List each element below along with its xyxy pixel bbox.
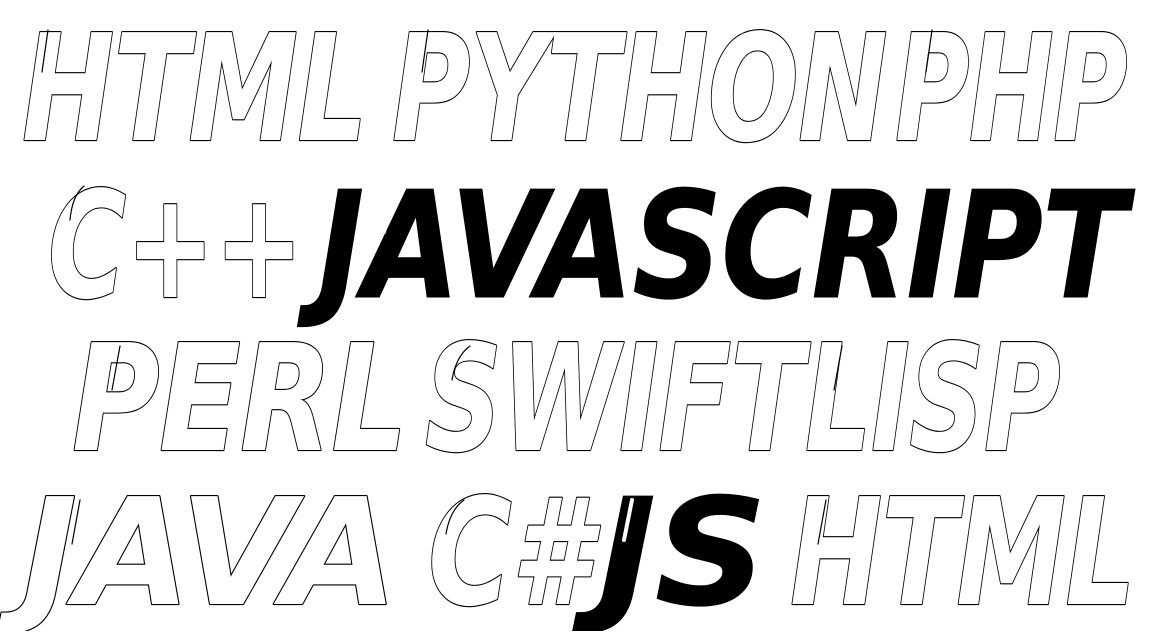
row-2: C++ JAVASCRIPT xyxy=(47,159,1137,333)
row-4: JAVA C# JS HTML xyxy=(0,466,1137,636)
word-swift: SWIFT xyxy=(425,313,811,485)
word-html-2: HTML xyxy=(790,467,1135,631)
word-php: PHP xyxy=(895,3,1127,175)
row-1: HTML PYTHON PHP xyxy=(21,2,1129,176)
typography-artwork: HTML PYTHON PHP C++ JAVASCRIPT PERL SWIF… xyxy=(0,0,1153,636)
word-python: PYTHON xyxy=(392,3,887,175)
word-csharp: C# xyxy=(428,467,601,631)
word-html-1: HTML xyxy=(22,3,367,175)
word-perl: PERL xyxy=(72,313,407,485)
word-java: JAVA xyxy=(0,467,397,631)
word-cpp: C++ xyxy=(48,160,303,332)
word-cloud-svg: HTML PYTHON PHP C++ JAVASCRIPT PERL SWIF… xyxy=(0,2,1137,636)
word-js: JS xyxy=(572,467,766,631)
word-lisp: LISP xyxy=(805,313,1060,485)
row-3: PERL SWIFT LISP xyxy=(71,312,1062,486)
word-javascript: JAVASCRIPT xyxy=(297,160,1135,332)
